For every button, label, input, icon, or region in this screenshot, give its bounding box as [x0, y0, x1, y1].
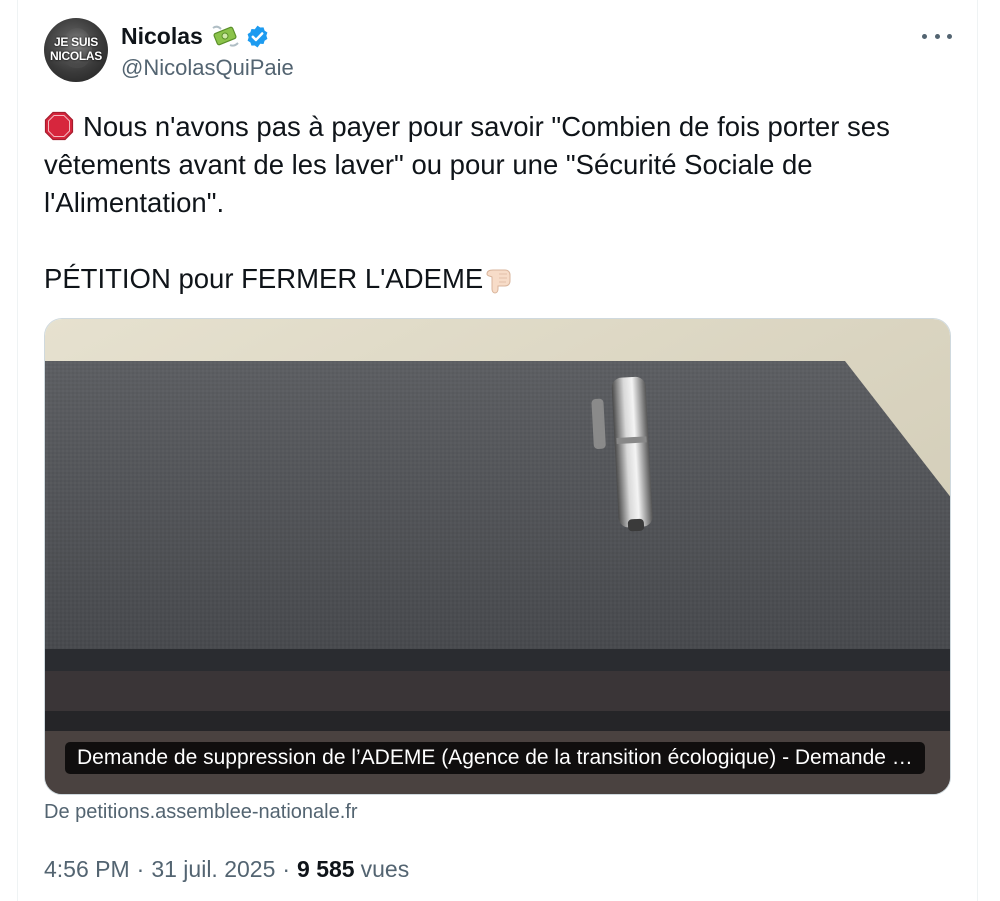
avatar-text-line1: JE SUIS	[54, 35, 98, 49]
avatar-text: JE SUIS NICOLAS	[44, 35, 108, 63]
author-name-row[interactable]: Nicolas	[121, 20, 270, 52]
more-dot-icon	[947, 33, 952, 39]
link-source[interactable]: De petitions.assemblee-nationale.fr	[44, 801, 358, 824]
meta-separator: ·	[282, 856, 291, 882]
stop-sign-icon	[44, 111, 74, 141]
link-card-caption[interactable]: Demande de suppression de l’ADEME (Agenc…	[65, 742, 925, 774]
meta-separator: ·	[136, 856, 145, 882]
tweet-meta: 4:56 PM · 31 juil. 2025 · 9 585 vues	[44, 856, 409, 883]
views-count: 9 585	[297, 856, 355, 882]
author-handle[interactable]: @NicolasQuiPaie	[121, 55, 294, 81]
views-label: vues	[360, 856, 410, 882]
more-dot-icon	[934, 33, 940, 39]
tweet-paragraph-2: PÉTITION pour FERMER L'ADEME	[44, 260, 944, 298]
notebook-pen-photo	[45, 319, 950, 794]
avatar[interactable]: JE SUIS NICOLAS	[44, 18, 108, 82]
display-name[interactable]: Nicolas	[121, 23, 203, 50]
tweet-paragraph-1-text: Nous n'avons pas à payer pour savoir "Co…	[44, 111, 890, 218]
avatar-text-line2: NICOLAS	[50, 49, 102, 63]
tweet-time[interactable]: 4:56 PM	[44, 856, 130, 883]
tweet-date[interactable]: 31 juil. 2025	[151, 856, 275, 883]
verified-badge-icon[interactable]	[245, 24, 270, 49]
more-options-icon[interactable]	[922, 26, 952, 46]
tweet-paragraph-2-text: PÉTITION pour FERMER L'ADEME	[44, 263, 484, 294]
money-with-wings-icon	[212, 25, 239, 47]
link-card-media[interactable]: Demande de suppression de l’ADEME (Agenc…	[44, 318, 951, 795]
more-dot-icon	[922, 33, 927, 39]
pointing-down-icon	[486, 269, 511, 294]
tweet-paragraph-1: Nous n'avons pas à payer pour savoir "Co…	[44, 108, 944, 222]
tweet-text: Nous n'avons pas à payer pour savoir "Co…	[44, 108, 944, 298]
